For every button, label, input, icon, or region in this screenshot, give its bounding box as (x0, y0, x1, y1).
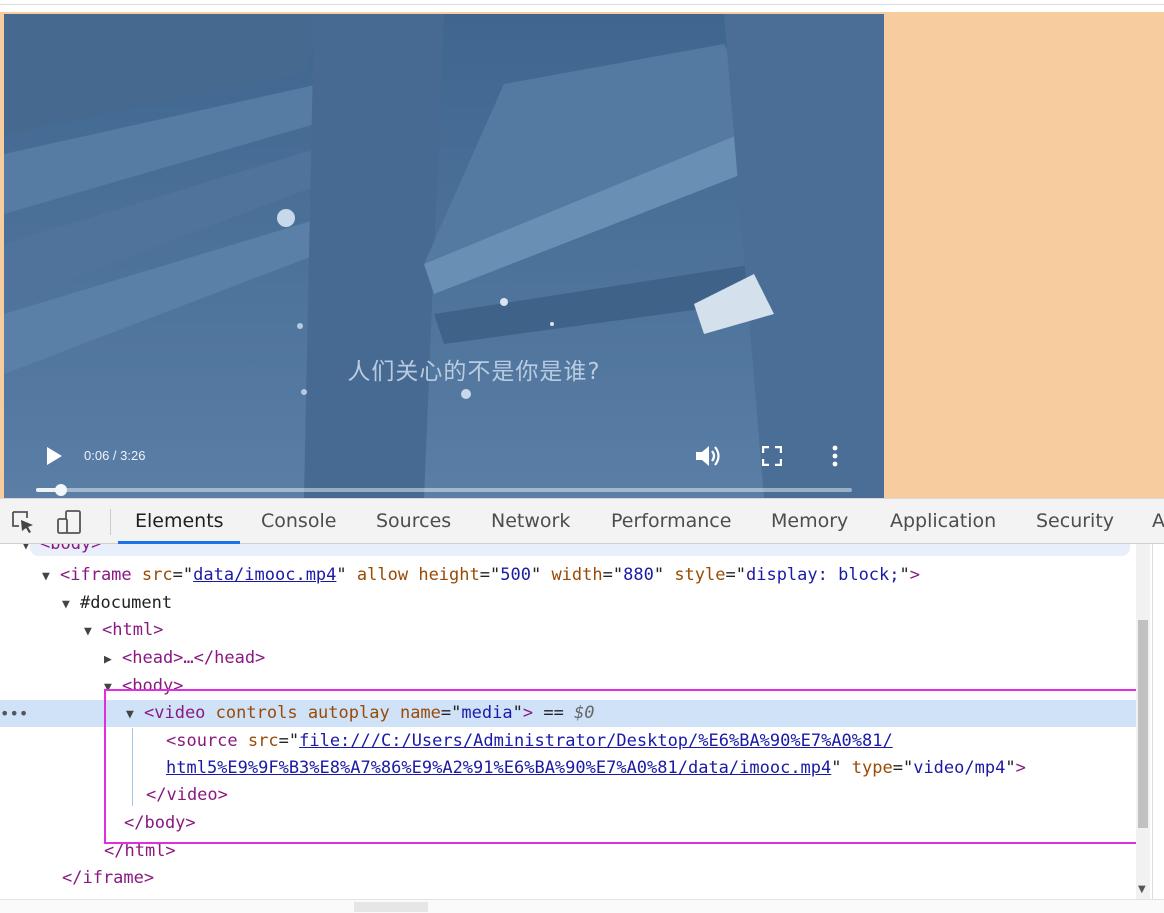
progress-thumb[interactable] (54, 484, 67, 496)
dom-line-iframe-close[interactable]: </iframe> (62, 865, 154, 892)
dom-line-iframe[interactable]: ▼ <iframe src="data/imooc.mp4" allow heig… (42, 562, 920, 589)
horizontal-scroll-thumb[interactable] (354, 902, 428, 912)
tab-sources[interactable]: Sources (376, 499, 451, 544)
tab-network[interactable]: Network (491, 499, 570, 544)
body-row-partial (30, 544, 1130, 556)
scrollbar-thumb[interactable] (1138, 620, 1148, 828)
inspect-icon (12, 511, 33, 533)
tab-security[interactable]: Security (1036, 499, 1114, 544)
more-vert-icon (832, 445, 838, 467)
annotation-highlight-box (104, 689, 1148, 844)
vertical-scrollbar[interactable] (1136, 544, 1150, 904)
inspect-element-button[interactable] (10, 509, 36, 535)
elements-panel: ▼ <body> ▼ <iframe src="data/imooc.mp4" al… (0, 544, 1164, 913)
devtools-toolbar: Elements Console Sources Network Perform… (0, 498, 1164, 544)
video-subtitle: 人们关心的不是你是谁? (347, 359, 601, 385)
collapse-triangle-icon[interactable]: ▼ (84, 618, 102, 645)
device-mode-icon (57, 510, 81, 534)
play-icon (47, 447, 62, 465)
dom-line-body-top[interactable]: ▼ <body> (22, 544, 101, 558)
tab-overflow[interactable]: A (1152, 499, 1164, 544)
iframe-src-link[interactable]: data/imooc.mp4 (193, 565, 336, 585)
dom-line-document[interactable]: ▼ #document (62, 590, 172, 617)
tab-console[interactable]: Console (261, 499, 336, 544)
drawer-edge (0, 899, 1164, 913)
more-options-button[interactable] (830, 444, 840, 468)
fullscreen-button[interactable] (761, 445, 783, 467)
scroll-down-arrow-icon[interactable]: ▼ (1138, 884, 1146, 895)
expand-triangle-icon[interactable]: ▶ (104, 646, 122, 673)
volume-button[interactable] (694, 444, 722, 468)
video-player[interactable]: 人们关心的不是你是谁? 0:06 / 3:26 (4, 14, 884, 498)
time-display: 0:06 / 3:26 (84, 448, 146, 463)
play-button[interactable] (44, 445, 64, 467)
styles-pane-edge (1152, 544, 1164, 913)
device-toggle-button[interactable] (56, 509, 82, 535)
row-menu-ellipsis[interactable]: ••• (0, 700, 28, 727)
tab-performance[interactable]: Performance (611, 499, 731, 544)
dom-line-html[interactable]: ▼ <html> (84, 617, 163, 644)
toolbar-separator (110, 509, 111, 535)
tab-memory[interactable]: Memory (771, 499, 848, 544)
progress-bar[interactable] (36, 484, 852, 496)
fullscreen-icon (761, 445, 783, 467)
collapse-triangle-icon[interactable]: ▼ (22, 544, 40, 559)
browser-top-strip (0, 0, 1164, 5)
tab-application[interactable]: Application (890, 499, 996, 544)
collapse-triangle-icon[interactable]: ▼ (42, 563, 60, 590)
video-frame (4, 14, 884, 498)
tab-elements[interactable]: Elements (135, 499, 224, 544)
collapse-triangle-icon[interactable]: ▼ (62, 591, 80, 618)
dom-line-head[interactable]: ▶ <head>…</head> (104, 645, 265, 672)
volume-icon (696, 446, 720, 466)
